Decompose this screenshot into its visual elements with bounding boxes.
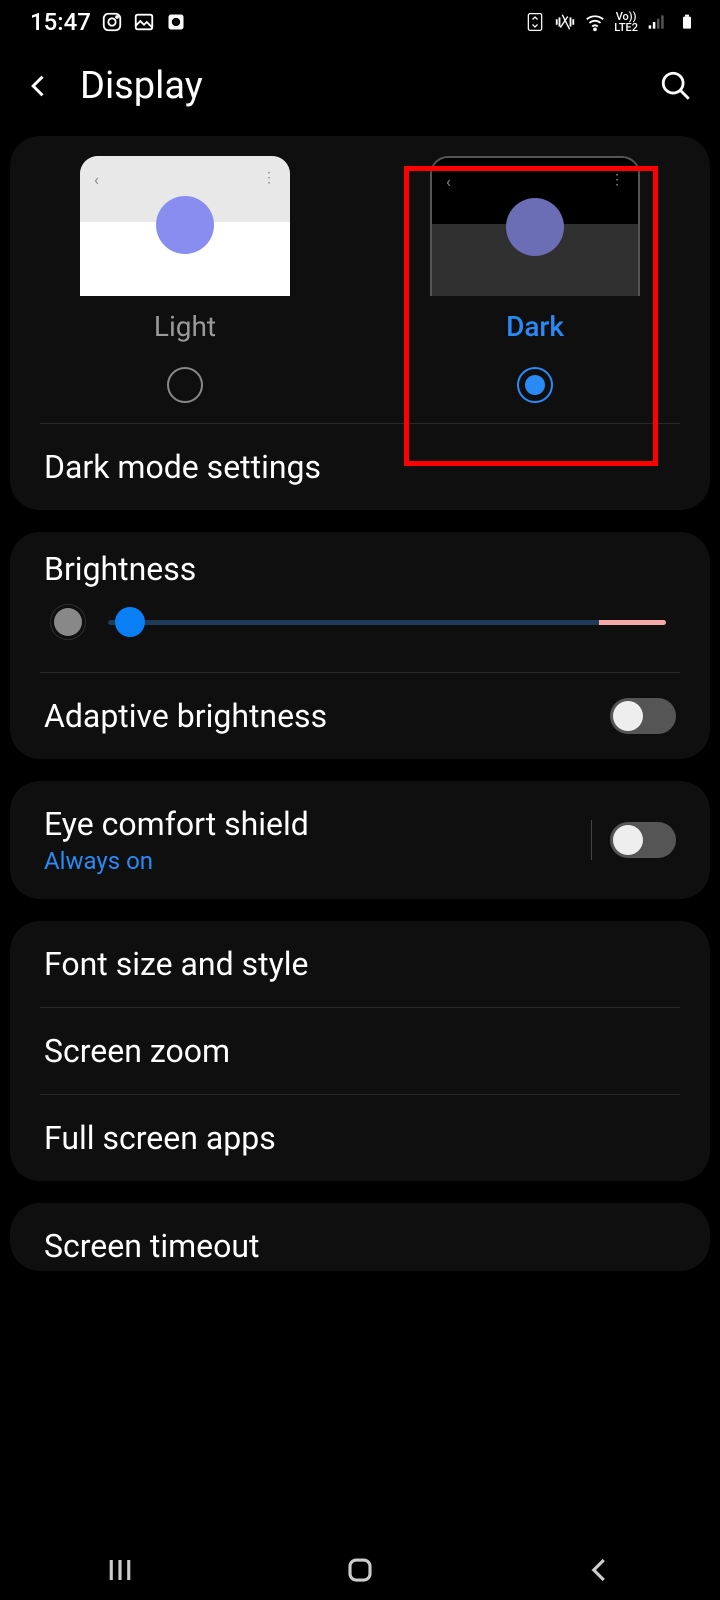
font-size-label: Font size and style [44, 945, 308, 983]
dark-mode-settings-label: Dark mode settings [44, 448, 321, 486]
brightness-card: Brightness Adaptive brightness [10, 532, 710, 759]
dark-radio[interactable] [517, 367, 553, 403]
slider-warning-zone [599, 620, 666, 625]
adaptive-brightness-row[interactable]: Adaptive brightness [10, 673, 710, 759]
eye-comfort-label: Eye comfort shield [44, 805, 309, 843]
nav-home[interactable] [320, 1550, 400, 1590]
brightness-slider-row [10, 598, 710, 672]
screen-timeout-card: Screen timeout [10, 1203, 710, 1271]
recycle-icon [524, 11, 546, 33]
adaptive-brightness-toggle[interactable] [610, 698, 676, 734]
screen-timeout-label: Screen timeout [44, 1227, 259, 1265]
vertical-divider [591, 820, 592, 860]
eye-comfort-toggle[interactable] [610, 822, 676, 858]
adaptive-brightness-label: Adaptive brightness [44, 697, 327, 735]
instagram-icon [101, 11, 123, 33]
full-screen-apps-row[interactable]: Full screen apps [10, 1095, 710, 1181]
screen-timeout-row[interactable]: Screen timeout [10, 1203, 710, 1271]
screen-zoom-label: Screen zoom [44, 1032, 230, 1070]
brightness-title: Brightness [10, 532, 710, 598]
theme-option-dark[interactable]: ‹ ⋮ Dark [360, 156, 710, 403]
theme-card: ‹ ⋮ Light ‹ ⋮ Dark [10, 136, 710, 510]
light-label: Light [154, 310, 216, 343]
app-icon [165, 11, 187, 33]
navigation-bar [0, 1540, 720, 1600]
brightness-thumb[interactable] [115, 607, 145, 637]
full-screen-apps-label: Full screen apps [44, 1119, 276, 1157]
page-header: Display [0, 44, 720, 136]
dark-preview: ‹ ⋮ [430, 156, 640, 296]
gallery-icon [133, 11, 155, 33]
nav-recents[interactable] [80, 1550, 160, 1590]
status-bar: 15:47 Vo)) LTE2 [0, 0, 720, 44]
eye-comfort-card: Eye comfort shield Always on [10, 781, 710, 899]
signal-icon [646, 11, 668, 33]
wifi-icon [584, 11, 606, 33]
network-indicator: Vo)) LTE2 [614, 11, 638, 33]
dark-mode-settings-row[interactable]: Dark mode settings [10, 424, 710, 510]
status-time: 15:47 [30, 8, 91, 36]
eye-comfort-sub: Always on [44, 847, 309, 875]
battery-icon [676, 11, 698, 33]
theme-option-light[interactable]: ‹ ⋮ Light [10, 156, 360, 403]
dark-label: Dark [506, 310, 564, 343]
vibrate-icon [554, 11, 576, 33]
display-options-card: Font size and style Screen zoom Full scr… [10, 921, 710, 1181]
font-size-row[interactable]: Font size and style [10, 921, 710, 1007]
brightness-low-icon [54, 608, 82, 636]
page-title: Display [80, 64, 630, 108]
brightness-slider[interactable] [108, 620, 666, 625]
screen-zoom-row[interactable]: Screen zoom [10, 1008, 710, 1094]
search-button[interactable] [656, 66, 696, 106]
light-preview: ‹ ⋮ [80, 156, 290, 296]
light-radio[interactable] [167, 367, 203, 403]
back-button[interactable] [24, 71, 54, 101]
eye-comfort-row[interactable]: Eye comfort shield Always on [10, 781, 710, 899]
nav-back[interactable] [560, 1550, 640, 1590]
